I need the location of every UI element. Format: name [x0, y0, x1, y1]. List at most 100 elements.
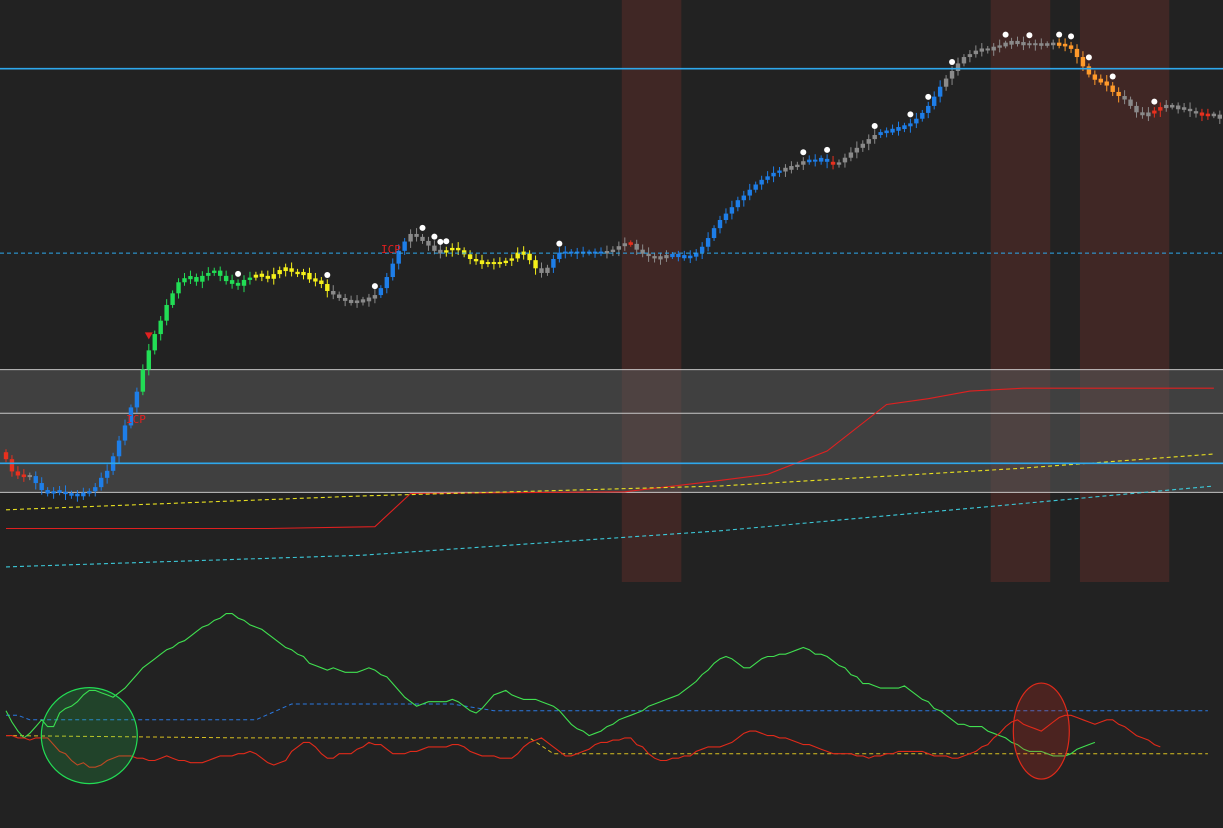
candle — [1045, 43, 1050, 46]
candle — [985, 48, 990, 51]
candle — [51, 491, 56, 494]
candle — [771, 172, 776, 177]
candle — [741, 195, 746, 201]
candle — [271, 274, 276, 279]
candle — [616, 246, 622, 250]
candle — [104, 470, 110, 478]
white-dot-marker — [437, 238, 444, 245]
candle — [265, 275, 270, 279]
candle — [1181, 107, 1187, 110]
candle — [170, 293, 175, 305]
candle — [854, 147, 860, 153]
oversold-circle — [40, 686, 138, 785]
candle — [140, 369, 146, 392]
candle — [259, 273, 265, 277]
candle — [45, 490, 50, 494]
candle — [182, 278, 187, 283]
candle — [979, 48, 984, 52]
candle — [229, 280, 235, 284]
candle — [426, 240, 431, 246]
candle — [1104, 81, 1109, 86]
candle — [1152, 110, 1157, 114]
white-dot-marker — [235, 270, 242, 277]
candle — [3, 452, 9, 460]
candle — [545, 267, 550, 273]
candle — [75, 493, 80, 497]
candle — [842, 157, 848, 163]
candle — [890, 128, 895, 133]
candle — [390, 263, 395, 278]
candle — [366, 297, 372, 302]
candle — [39, 483, 44, 491]
candle — [818, 157, 824, 162]
trading-chart[interactable]: ICP ICP — [0, 0, 1223, 828]
candle — [795, 164, 800, 168]
candle — [1021, 42, 1026, 46]
candle — [473, 258, 479, 262]
candle — [860, 143, 865, 148]
candle — [402, 241, 407, 251]
candle — [235, 282, 241, 286]
candle — [943, 78, 949, 87]
candle — [705, 238, 711, 247]
candle — [158, 320, 163, 335]
candle — [1080, 57, 1086, 67]
candle — [1116, 91, 1121, 97]
candle — [1009, 40, 1014, 45]
candle — [99, 477, 104, 488]
candle — [711, 228, 717, 239]
candle — [223, 275, 229, 282]
candle — [15, 471, 21, 476]
candle — [87, 491, 92, 494]
candle — [551, 258, 556, 268]
candle — [1092, 74, 1098, 80]
candle — [682, 255, 687, 259]
candle — [1027, 43, 1032, 46]
candle — [218, 270, 223, 276]
candle — [729, 207, 735, 214]
candle — [961, 57, 967, 64]
candle — [307, 272, 312, 280]
candle — [81, 492, 86, 497]
candle — [1074, 48, 1080, 58]
candle — [354, 300, 360, 304]
candle — [1051, 42, 1056, 46]
white-dot-marker — [371, 283, 378, 290]
candle — [194, 277, 199, 282]
candle — [1098, 78, 1103, 83]
white-dot-marker — [925, 93, 932, 100]
candle — [872, 135, 877, 140]
white-dot-marker — [443, 238, 450, 245]
icp-label: ICP — [126, 413, 146, 426]
white-dot-marker — [1109, 73, 1116, 80]
candle — [503, 260, 508, 264]
candle — [1187, 108, 1193, 112]
candle — [765, 176, 770, 180]
candle — [955, 63, 961, 72]
candle — [152, 334, 157, 351]
candle — [372, 295, 378, 299]
candle — [206, 272, 211, 276]
candle — [348, 299, 354, 304]
candle — [926, 105, 931, 113]
candle — [937, 86, 943, 97]
candle — [801, 161, 806, 165]
candle — [735, 200, 741, 208]
candle — [997, 45, 1002, 48]
candle — [146, 350, 151, 370]
white-dot-marker — [871, 123, 878, 130]
candle — [253, 274, 259, 278]
candle — [991, 46, 996, 51]
candle — [93, 487, 98, 492]
candle — [676, 253, 681, 258]
white-dot-marker — [907, 111, 914, 118]
candle — [717, 219, 723, 229]
white-dot-marker — [1068, 33, 1075, 40]
candle — [1175, 105, 1181, 110]
candle — [1068, 45, 1074, 49]
candle — [69, 493, 74, 496]
candle — [658, 256, 663, 260]
candle — [188, 276, 193, 280]
candle — [866, 139, 871, 144]
candle — [830, 161, 836, 165]
